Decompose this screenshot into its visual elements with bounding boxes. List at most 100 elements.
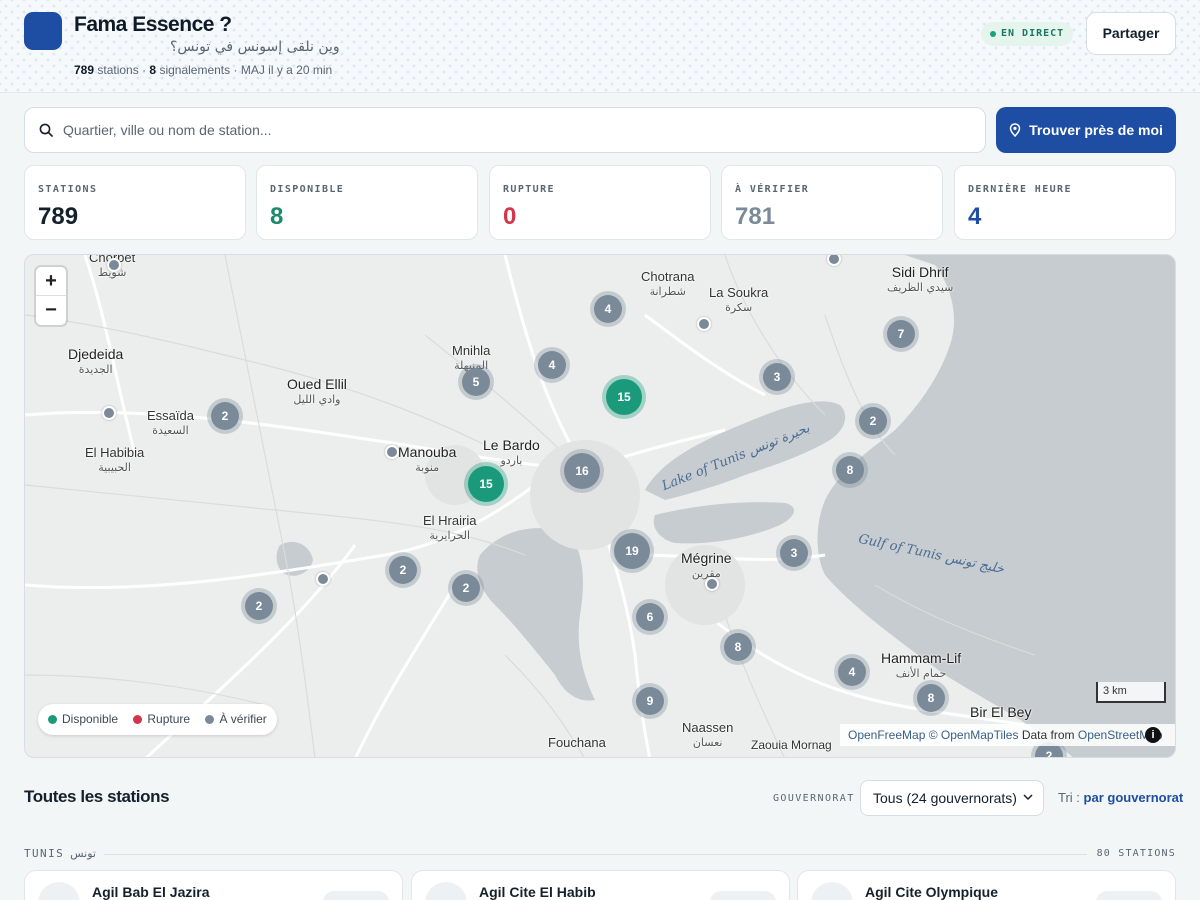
governorate-select[interactable]: Tous (24 gouvernorats) [860,780,1044,816]
station-card[interactable]: Agil Cite El Habib [411,870,790,900]
near-me-label: Trouver près de moi [1029,122,1163,138]
updated-text: MAJ il y a 20 min [240,63,333,77]
place-label: Le Bardo باردو [483,438,540,468]
place-name: Sidi Dhrif [891,264,949,280]
sort-option-link[interactable]: par gouvernorat [1084,790,1184,805]
place-name-ar: حمام الأنف [895,667,947,680]
legend-label: Disponible [62,712,119,726]
station-cluster[interactable]: 2 [211,402,239,430]
attribution-link[interactable]: © OpenMapTiles [929,728,1019,742]
status-badge [323,891,389,900]
map-legend: Disponible Rupture À vérifier [38,704,277,735]
app-logo [24,12,62,50]
station-cluster[interactable]: 2 [452,574,480,602]
place-name-ar: الجديدة [78,363,113,376]
place-name: Naassen [682,720,734,735]
legend-label: Rupture [147,712,191,726]
station-pin[interactable] [102,406,116,420]
station-cluster[interactable]: 5 [462,368,490,396]
stat-label: RUPTURE [503,184,555,195]
place-name: El Habibia [85,445,145,460]
place-name-ar: نعسان [692,736,723,749]
group-name-fr: TUNIS [24,847,65,860]
place-name-ar: شطرانة [649,285,686,298]
station-cluster[interactable]: 15 [468,466,504,502]
place-name: La Soukra [709,285,769,300]
place-name-ar: سكرة [725,301,753,314]
fuel-station-icon [811,882,853,900]
filter-label: GOUVERNORAT [773,793,855,804]
status-badge [710,891,776,900]
station-cluster[interactable]: 8 [917,684,945,712]
near-me-button[interactable]: Trouver près de moi [996,107,1176,153]
fuel-station-icon [38,882,80,900]
group-header: TUNIS تونس 80 STATIONS [24,846,1176,862]
station-cluster[interactable]: 4 [838,658,866,686]
station-cluster[interactable]: 3 [780,539,808,567]
station-cluster[interactable]: 16 [564,453,600,489]
attribution-link[interactable]: OpenFreeMap [848,728,925,742]
place-name: El Hrairia [423,513,477,528]
station-cluster[interactable]: 2 [245,592,273,620]
place-name-ar: سيدي الظريف [887,281,954,294]
station-card[interactable]: Agil Bab El Jazira [24,870,403,900]
place-label: Chotrana شطرانة [641,269,694,299]
map-view[interactable]: Chorbetشويط Chotranaشطرانة La Soukraسكرة… [24,254,1176,758]
station-card[interactable]: Agil Cite Olympique [797,870,1176,900]
place-name: Essaïda [147,408,194,423]
place-label: El Hrairia الحرايرية [423,513,476,543]
map-attribution: OpenFreeMap © OpenMapTiles Data from Ope… [840,724,1175,746]
place-label: El Habibia الحبيبية [85,445,144,475]
station-cluster[interactable]: 4 [594,295,622,323]
station-pin[interactable] [697,317,711,331]
search-box[interactable] [24,107,986,153]
stat-card-available: DISPONIBLE 8 [256,165,478,240]
zoom-out-button[interactable]: − [36,296,66,325]
map-scale: 3 km [1096,682,1166,703]
share-button[interactable]: Partager [1086,12,1176,55]
station-cluster[interactable]: 2 [389,556,417,584]
place-label: Fouchana [548,735,606,750]
place-name-ar: وادي الليل [293,393,341,406]
station-cluster[interactable]: 9 [636,687,664,715]
sort-label: Tri : [1058,790,1080,805]
station-cluster[interactable]: 6 [636,603,664,631]
station-pin[interactable] [385,445,399,459]
zoom-in-button[interactable]: + [36,267,66,296]
stat-value: 4 [968,203,982,230]
legend-item: Disponible [48,712,118,726]
station-cluster[interactable]: 3 [763,363,791,391]
station-name: Agil Cite Olympique [865,884,999,900]
legend-item: À vérifier [205,712,267,726]
station-cluster[interactable]: 15 [606,379,642,415]
place-label: Manouba منوبة [398,445,456,475]
place-label: Oued Ellil وادي الليل [287,377,347,407]
station-pin[interactable] [705,577,719,591]
meta-line: 789 stations · 8 signalements · MAJ il y… [74,63,333,77]
station-cluster[interactable]: 8 [836,456,864,484]
info-icon[interactable]: i [1145,727,1161,743]
place-name-ar: الحرايرية [429,529,471,542]
station-pin[interactable] [316,572,330,586]
attribution-text: Data from [1021,728,1075,742]
station-pin[interactable] [107,258,121,272]
station-cluster[interactable]: 7 [887,320,915,348]
place-label: Naassen نعسان [682,720,733,750]
place-name: Le Bardo [483,437,540,453]
legend-dot [133,715,143,724]
place-name: Fouchana [548,735,606,750]
place-name: Djedeida [68,346,124,362]
place-name: Zaouia Mornag [751,738,832,752]
place-name-ar: الحبيبية [98,461,131,474]
place-name: Mégrine [681,550,732,566]
legend-dot [48,715,57,724]
place-name-ar: منوبة [415,461,440,474]
station-cluster[interactable]: 19 [614,533,650,569]
station-cluster[interactable]: 2 [859,407,887,435]
station-cluster[interactable]: 4 [538,351,566,379]
station-cluster[interactable]: 8 [724,633,752,661]
stat-value: 781 [735,203,776,230]
search-input[interactable] [63,108,963,152]
stations-label: stations [97,63,139,77]
stat-card-to-check: À VÉRIFIER 781 [721,165,943,240]
